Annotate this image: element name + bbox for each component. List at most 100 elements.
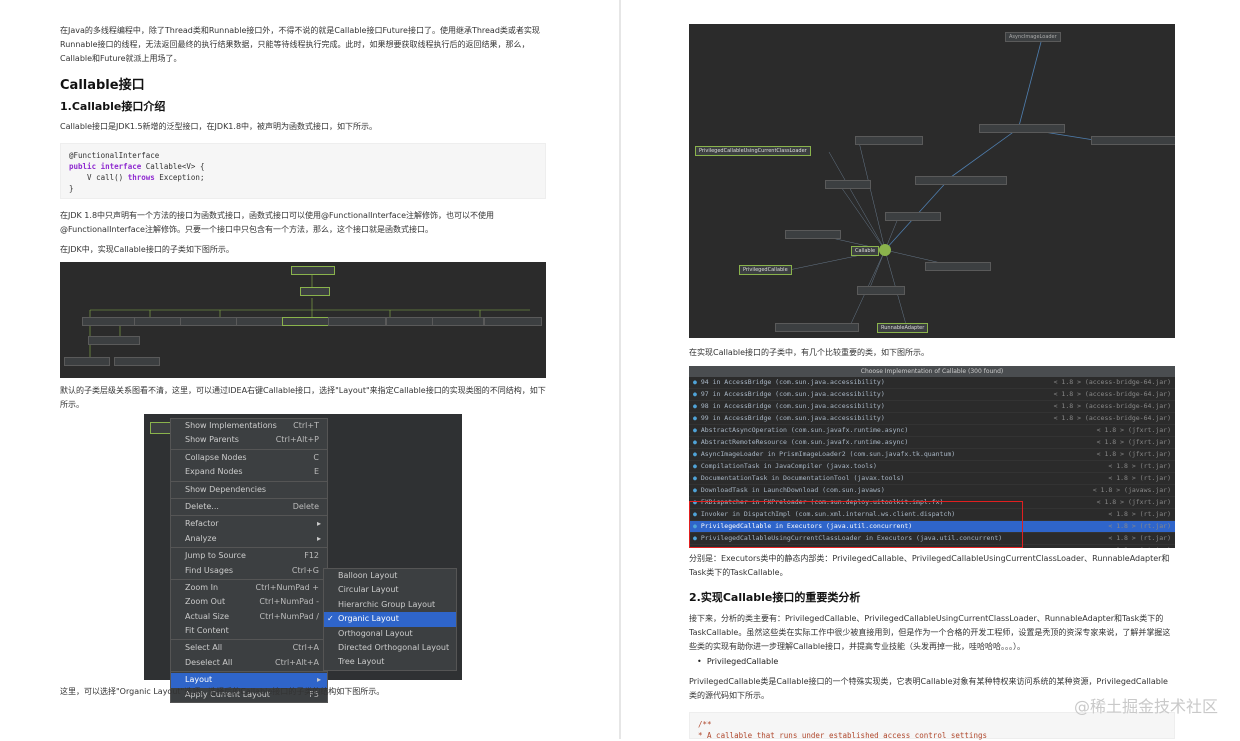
menu-item-shortcut: Ctrl+NumPad +	[255, 582, 319, 592]
menu-item-shortcut: Ctrl+A	[292, 643, 319, 653]
list-item-name: AbstractRemoteResource (com.sun.javafx.r…	[700, 438, 909, 446]
watermark: @稀土掘金技术社区	[1073, 697, 1218, 716]
menu-item[interactable]: Zoom Out Ctrl+NumPad -	[171, 595, 327, 609]
right-page: AsyncImageLoader PrivilegedCallableUsing…	[621, 0, 1240, 740]
menu-item[interactable]: Delete... Delete	[171, 500, 327, 514]
executors-paragraph: 分别是：Executors类中的静态内部类：PrivilegedCallable…	[689, 554, 1170, 577]
bullet-item: • PrivilegedCallable	[697, 657, 779, 666]
list-item-name: 97 in AccessBridge (com.sun.java.accessi…	[700, 390, 885, 398]
list-item[interactable]: ● 97 in AccessBridge (com.sun.java.acces…	[689, 389, 1175, 401]
list-item[interactable]: ● AbstractRemoteResource (com.sun.javafx…	[689, 437, 1175, 449]
list-item-location: < 1.8 > (access-bridge-64.jar)	[1053, 414, 1171, 422]
submenu-item[interactable]: Hierarchic Group Layout	[324, 598, 456, 612]
submenu-item[interactable]: ✓ Organic Layout	[324, 612, 456, 627]
menu-item[interactable]: Collapse Nodes C	[171, 451, 327, 465]
class-icon: ●	[693, 414, 701, 422]
diagram-node	[885, 212, 941, 221]
code-keyword: throws	[127, 173, 155, 182]
menu-item-shortcut: Ctrl+T	[293, 421, 319, 430]
submenu-arrow-icon: ▸	[316, 519, 321, 529]
menu-item[interactable]: Deselect All Ctrl+Alt+A	[171, 656, 327, 670]
menu-item-label: Collapse Nodes	[185, 452, 247, 462]
menu-item-shortcut: Delete	[292, 501, 319, 511]
menu-separator	[171, 671, 327, 673]
submenu-item-label: Orthogonal Layout	[338, 628, 413, 638]
layout-paragraph: 默认的子类层级关系图看不清，这里，可以通过IDEA右键Callable接口，选择…	[60, 386, 546, 409]
class-icon: ●	[693, 426, 701, 434]
list-item[interactable]: ● 98 in AccessBridge (com.sun.java.acces…	[689, 401, 1175, 413]
code-line: * A callable that runs under established…	[698, 731, 987, 740]
list-item-location: < 1.8 > (rt.jar)	[1108, 534, 1171, 542]
heading-callable: Callable接口	[60, 78, 145, 93]
code-text: Exception;	[154, 173, 205, 182]
menu-item[interactable]: Fit Content	[171, 624, 327, 638]
submenu-item[interactable]: Orthogonal Layout	[324, 627, 456, 641]
diagram-node	[825, 180, 871, 189]
code-line: @FunctionalInterface	[69, 151, 160, 160]
submenu-item[interactable]: Tree Layout	[324, 655, 456, 669]
analysis-paragraph: 接下来，分析的类主要有：PrivilegedCallable、Privilege…	[689, 614, 1171, 651]
list-item[interactable]: ● AbstractAsyncOperation (com.sun.javafx…	[689, 425, 1175, 437]
list-item-name: CompilationTask in JavaCompiler (javax.t…	[700, 462, 877, 470]
menu-separator	[171, 515, 327, 517]
organic-diagram: AsyncImageLoader PrivilegedCallableUsing…	[689, 24, 1175, 338]
list-item[interactable]: ● 94 in AccessBridge (com.sun.java.acces…	[689, 377, 1175, 389]
diagram-node	[88, 336, 140, 345]
list-item[interactable]: ● DownloadTask in LaunchDownload (com.su…	[689, 485, 1175, 497]
submenu-item-label: Hierarchic Group Layout	[338, 599, 436, 609]
list-item-location: < 1.8 > (access-bridge-64.jar)	[1053, 402, 1171, 410]
submenu-item-label: Balloon Layout	[338, 571, 398, 580]
list-title: Choose Implementation of Callable (300 f…	[689, 366, 1175, 377]
heading-analysis: 2.实现Callable接口的重要类分析	[689, 591, 861, 604]
menu-item[interactable]: Expand Nodes E	[171, 465, 327, 479]
menu-item-label: Select All	[185, 643, 223, 653]
class-icon: ●	[693, 486, 701, 494]
diagram-node	[236, 317, 284, 326]
submenu-item[interactable]: Directed Orthogonal Layout	[324, 641, 456, 655]
list-item-name: 94 in AccessBridge (com.sun.java.accessi…	[700, 378, 885, 386]
menu-item-shortcut: Ctrl+Alt+A	[275, 657, 319, 667]
menu-item[interactable]: Select All Ctrl+A	[171, 641, 327, 655]
list-item-location: < 1.8 > (rt.jar)	[1108, 510, 1171, 518]
menu-item-label: Refactor	[185, 519, 219, 529]
diagram-node	[282, 317, 330, 326]
list-item[interactable]: ● 99 in AccessBridge (com.sun.java.acces…	[689, 413, 1175, 425]
submenu-item[interactable]: Balloon Layout	[324, 569, 456, 583]
menu-item[interactable]: Actual Size Ctrl+NumPad /	[171, 610, 327, 624]
menu-item-label: Layout	[185, 675, 213, 685]
menu-item[interactable]: Show Parents Ctrl+Alt+P	[171, 433, 327, 447]
list-item[interactable]: ● AsyncImageLoader in PrismImageLoader2 …	[689, 449, 1175, 461]
bullet-text: PrivilegedCallable	[706, 657, 779, 666]
diagram-node	[775, 323, 859, 332]
code-line: /**	[698, 720, 712, 729]
list-item-location: < 1.8 > (jfxrt.jar)	[1096, 426, 1171, 434]
menu-item[interactable]: Analyze ▸	[171, 532, 327, 546]
class-icon: ●	[693, 450, 701, 458]
menu-item-shortcut: Ctrl+Alt+P	[275, 435, 319, 445]
code-block-callable: @FunctionalInterface public interface Ca…	[60, 143, 546, 199]
diagram-node	[785, 230, 841, 239]
list-item-location: < 1.8 > (access-bridge-64.jar)	[1053, 378, 1171, 386]
submenu-item[interactable]: Circular Layout	[324, 583, 456, 597]
menu-item-label: Delete...	[185, 501, 219, 511]
list-item[interactable]: ● CompilationTask in JavaCompiler (javax…	[689, 461, 1175, 473]
menu-item-label: Fit Content	[185, 626, 229, 636]
organic-paragraph: 这里，可以选择"Organic Layout"选项，选择后的Callable接口…	[60, 687, 385, 696]
menu-item-shortcut: Ctrl+NumPad -	[259, 597, 319, 607]
diagram-node	[64, 357, 110, 366]
menu-item[interactable]: Find Usages Ctrl+G	[171, 564, 327, 578]
code-line: V call() throws Exception;	[69, 172, 537, 183]
list-item-location: < 1.8 > (rt.jar)	[1108, 545, 1171, 548]
list-item-location: < 1.8 > (jfxrt.jar)	[1096, 450, 1171, 458]
menu-item[interactable]: Show Dependencies	[171, 483, 327, 497]
intro-paragraph: 在Java的多线程编程中，除了Thread类和Runnable接口外，不得不说的…	[60, 26, 540, 63]
diagram-node	[180, 317, 238, 326]
menu-item[interactable]: Refactor ▸	[171, 517, 327, 531]
menu-item[interactable]: Show Implementations Ctrl+T	[171, 419, 327, 433]
menu-item[interactable]: Zoom In Ctrl+NumPad +	[171, 581, 327, 595]
diagram-node	[857, 286, 905, 295]
code-text: Callable<V> {	[141, 162, 205, 171]
list-item[interactable]: ● DocumentationTask in DocumentationTool…	[689, 473, 1175, 485]
menu-item[interactable]: Jump to Source F12	[171, 549, 327, 563]
diagram-node	[134, 317, 182, 326]
